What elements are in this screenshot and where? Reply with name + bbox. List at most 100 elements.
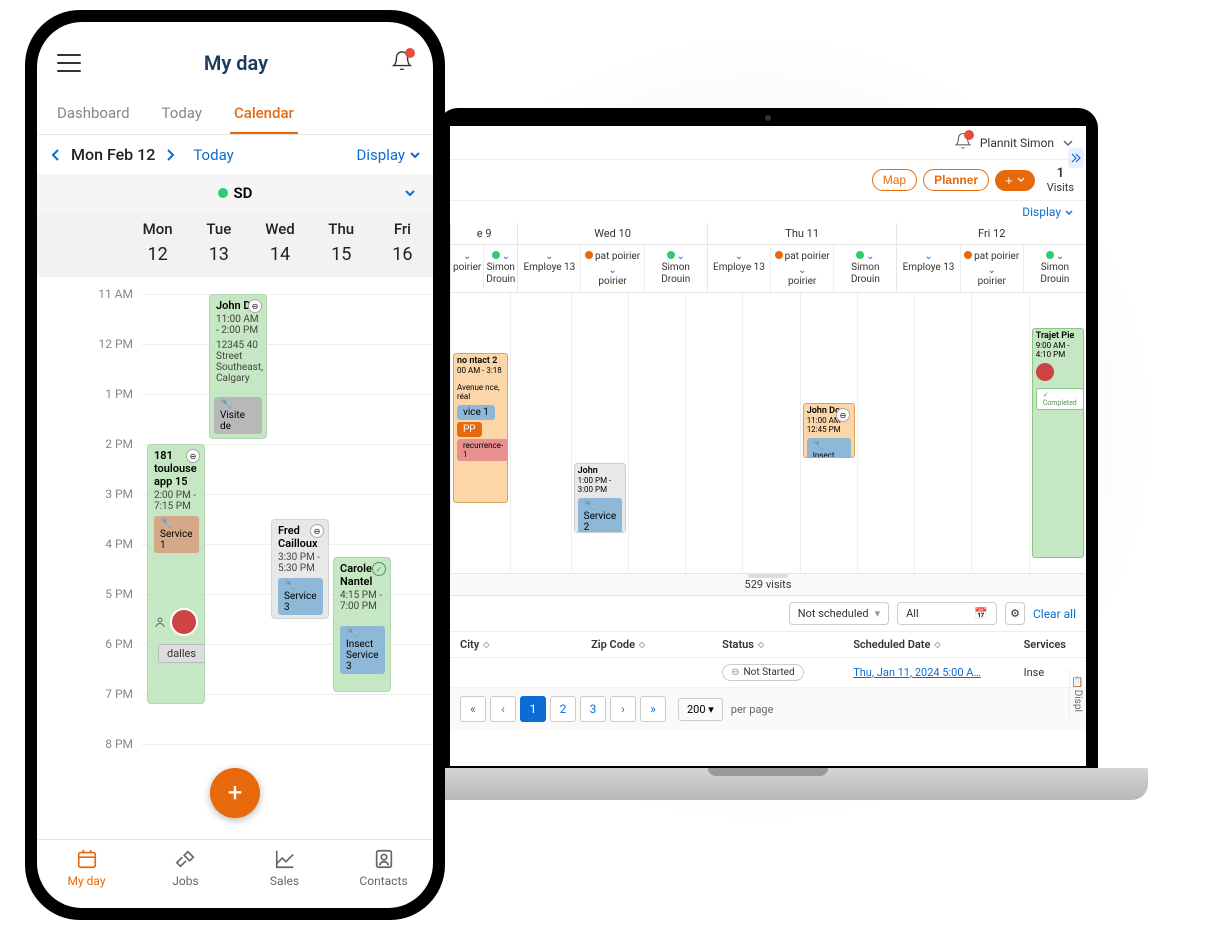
chevron-down-icon[interactable]: ⌄ [677,251,685,262]
current-date: Mon Feb 12 [71,145,155,164]
tab-calendar[interactable]: Calendar [230,96,298,134]
tools-icon [175,848,197,870]
chevron-down-icon[interactable]: ⌄ [1056,251,1064,262]
menu-icon[interactable] [57,54,81,72]
calendar-event[interactable]: ⊖ Fred Cailloux 3:30 PM - 5:30 PM 🔧Servi… [271,519,329,619]
status-badge: ⊖Not Started [722,664,803,681]
calendar-body[interactable]: no ntact 2 00 AM - 3:18 Avenue nce, réal… [450,293,1086,573]
nav-jobs[interactable]: Jobs [136,848,235,888]
chevron-down-icon[interactable] [1062,137,1074,149]
prev-day-button[interactable] [49,148,63,162]
day-header: Fri 12 [897,223,1086,245]
date-link[interactable]: Thu, Jan 11, 2024 5:00 A… [853,666,981,679]
calendar-event[interactable]: ⊖ 181 toulouse app 15 2:00 PM - 7:15 PM … [147,444,205,704]
add-button[interactable]: + [210,768,260,818]
pagination: « ‹ 1 2 3 › » 200 ▾ per page [450,688,1086,730]
status-filter[interactable]: Not scheduled ▾ [789,602,889,625]
weekday-wed[interactable]: Wed14 [249,220,310,265]
tab-dashboard[interactable]: Dashboard [53,96,134,134]
laptop-device: Plannit Simon Map Planner + 1 Visits Dis… [438,108,1098,818]
weekday-fri[interactable]: Fri16 [372,220,433,265]
calendar-event[interactable]: ⊖ John Do 11:00 AM - 2:00 PM 12345 40 St… [209,294,267,439]
display-menu[interactable]: Display [357,146,421,164]
employee-label: poirier [453,262,481,274]
display-menu[interactable]: Display [450,201,1086,223]
page-2-button[interactable]: 2 [550,696,576,722]
user-menu[interactable]: Plannit Simon [980,136,1054,150]
tag-chip: dalles [158,644,205,663]
nav-sales[interactable]: Sales [235,848,334,888]
employee-name: pat poirier [974,251,1019,262]
chevron-down-icon[interactable]: ⌄ [924,251,932,262]
next-day-button[interactable] [163,148,177,162]
today-link[interactable]: Today [193,146,233,164]
prev-page-button[interactable]: ‹ [490,696,516,722]
filter-settings-button[interactable]: ⚙ [1005,602,1025,625]
nav-myday[interactable]: My day [37,848,136,888]
chart-icon [274,848,296,870]
table-row[interactable]: ⊖Not Started Thu, Jan 11, 2024 5:00 A… I… [450,658,1086,688]
sort-icon[interactable]: ◇ [483,640,489,649]
calendar-event[interactable]: Trajet Pie 9:00 AM - 4:10 PM ✓ Completed [1032,328,1084,558]
calendar-header: e 9 ⌄poirier ⌄Simon Drouin Wed 10 ⌄Emplo… [450,223,1086,293]
sort-icon[interactable]: ◇ [934,640,940,649]
page-title: My day [204,51,268,75]
user-icon [154,616,166,628]
chevron-down-icon[interactable]: ⌄ [545,251,553,262]
sort-icon[interactable]: ◇ [758,640,764,649]
next-page-button[interactable]: › [610,696,636,722]
page-size-select[interactable]: 200 ▾ [678,698,723,721]
employee-initials: SD [234,184,253,202]
time-axis: 11 AM 12 PM 1 PM 2 PM 3 PM 4 PM 5 PM 6 P… [37,287,145,787]
col-services: Services [1024,638,1066,651]
employee-label: poirier [773,276,831,288]
col-city: City [460,638,479,651]
collapse-panel-button[interactable] [1068,148,1084,168]
avatar [170,608,198,636]
page-1-button[interactable]: 1 [520,696,546,722]
visits-counter: 1 Visits [1047,166,1074,194]
chevron-down-icon[interactable]: ⌄ [502,251,510,262]
visits-bar[interactable]: 529 visits [450,573,1086,596]
chevron-down-icon[interactable]: ⌄ [798,265,806,276]
employee-label: Employe 13 [710,262,768,274]
contacts-icon [373,848,395,870]
status-icon: ⊖ [836,408,850,422]
status-icon: ✓ [372,562,386,576]
chevron-down-icon[interactable]: ⌄ [735,251,743,262]
weekday-mon[interactable]: Mon12 [127,220,188,265]
weekday-tue[interactable]: Tue13 [188,220,249,265]
status-icon: ⊖ [186,449,200,463]
map-button[interactable]: Map [872,169,917,191]
notifications-icon[interactable] [954,132,972,153]
chevron-down-icon[interactable]: ⌄ [988,265,996,276]
employee-label: Employe 13 [520,262,578,274]
planner-button[interactable]: Planner [923,169,989,191]
notifications-icon[interactable] [391,50,413,76]
calendar-event[interactable]: no ntact 2 00 AM - 3:18 Avenue nce, réal… [453,353,508,503]
chevron-down-icon[interactable]: ⌄ [608,265,616,276]
employee-label: Employe 13 [899,262,957,274]
tab-today[interactable]: Today [158,96,206,134]
nav-contacts[interactable]: Contacts [334,848,433,888]
col-status: Status [722,638,754,651]
employee-selector[interactable]: SD [37,174,433,212]
sort-icon[interactable]: ◇ [639,640,645,649]
calendar-event[interactable]: ⊖ John Doe 11:00 AM - 12:45 PM 🔧Insect [803,403,855,458]
chevron-down-icon[interactable] [403,186,417,200]
calendar-icon [76,848,98,870]
add-button[interactable]: + [995,170,1035,191]
timeline[interactable]: 11 AM 12 PM 1 PM 2 PM 3 PM 4 PM 5 PM 6 P… [37,277,433,839]
calendar-event[interactable]: John 1:00 PM - 3:00 PM 🔧Service 2 [574,463,626,533]
chevron-down-icon[interactable]: ⌄ [866,251,874,262]
weekday-thu[interactable]: Thu15 [311,220,372,265]
calendar-event[interactable]: ✓ Carole Nantel 4:15 PM - 7:00 PM 🔧Insec… [333,557,391,692]
last-page-button[interactable]: » [640,696,666,722]
first-page-button[interactable]: « [460,696,486,722]
page-3-button[interactable]: 3 [580,696,606,722]
clear-all-link[interactable]: Clear all [1033,607,1076,621]
display-toggle-vertical[interactable]: 📋 Displ [1069,669,1085,718]
employee-label: poirier [963,276,1021,288]
chevron-down-icon[interactable]: ⌄ [463,251,471,262]
all-filter[interactable]: All📅 [897,602,997,625]
